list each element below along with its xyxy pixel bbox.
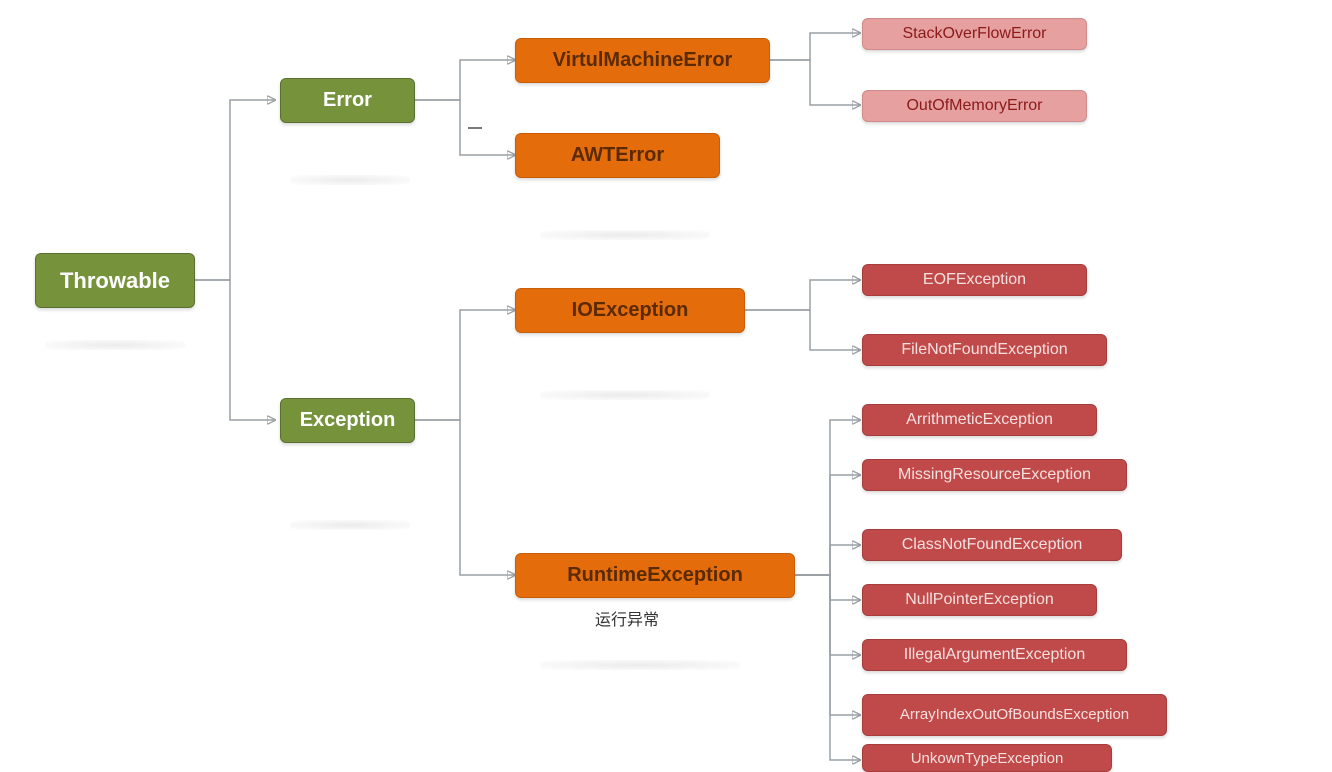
node-eofexception-label: EOFException xyxy=(923,271,1026,289)
node-illegalargumentexception-label: IllegalArgumentException xyxy=(904,646,1085,664)
node-outofmemoryerror: OutOfMemoryError xyxy=(862,90,1087,122)
shadow-error xyxy=(290,175,410,185)
node-ioexception: IOException xyxy=(515,288,745,333)
node-outofmemoryerror-label: OutOfMemoryError xyxy=(906,97,1042,115)
node-runtimeexception-label: RuntimeException xyxy=(567,564,743,587)
shadow-ioexception xyxy=(540,390,710,400)
connector-lines xyxy=(0,0,1332,772)
node-arithmeticexception: ArrithmeticException xyxy=(862,404,1097,436)
node-filenotfoundexception-label: FileNotFoundException xyxy=(901,341,1067,359)
node-missingresourceexception: MissingResourceException xyxy=(862,459,1127,491)
node-nullpointerexception-label: NullPointerException xyxy=(905,591,1054,609)
node-nullpointerexception: NullPointerException xyxy=(862,584,1097,616)
node-missingresourceexception-label: MissingResourceException xyxy=(898,466,1091,484)
node-eofexception: EOFException xyxy=(862,264,1087,296)
shadow-awterror xyxy=(540,230,710,240)
node-illegalargumentexception: IllegalArgumentException xyxy=(862,639,1127,671)
node-ioexception-label: IOException xyxy=(572,299,689,322)
node-classnotfoundexception-label: ClassNotFoundException xyxy=(902,536,1083,554)
node-unknowntypeexception: UnkownTypeException xyxy=(862,744,1112,772)
shadow-throwable xyxy=(45,340,185,350)
node-virtualmachineerror: VirtulMachineError xyxy=(515,38,770,83)
node-throwable-label: Throwable xyxy=(60,268,170,294)
node-virtualmachineerror-label: VirtulMachineError xyxy=(553,49,733,72)
node-arrayindexoutofboundsexception: ArrayIndexOutOfBoundsException xyxy=(862,694,1167,736)
node-error: Error xyxy=(280,78,415,123)
node-filenotfoundexception: FileNotFoundException xyxy=(862,334,1107,366)
node-arithmeticexception-label: ArrithmeticException xyxy=(906,411,1053,429)
node-unknowntypeexception-label: UnkownTypeException xyxy=(911,750,1064,767)
node-awterror: AWTError xyxy=(515,133,720,178)
node-awterror-label: AWTError xyxy=(571,144,664,167)
node-stackoverflowerror: StackOverFlowError xyxy=(862,18,1087,50)
node-runtimeexception: RuntimeException xyxy=(515,553,795,598)
collapse-indicator xyxy=(468,127,482,129)
caption-runtimeexception: 运行异常 xyxy=(595,606,659,630)
node-arrayindexoutofboundsexception-label: ArrayIndexOutOfBoundsException xyxy=(900,707,1129,724)
node-exception-label: Exception xyxy=(300,409,396,432)
node-throwable: Throwable xyxy=(35,253,195,308)
shadow-exception xyxy=(290,520,410,530)
shadow-runtimeexception xyxy=(540,660,740,670)
node-error-label: Error xyxy=(323,89,372,112)
node-classnotfoundexception: ClassNotFoundException xyxy=(862,529,1122,561)
node-exception: Exception xyxy=(280,398,415,443)
node-stackoverflowerror-label: StackOverFlowError xyxy=(902,25,1046,43)
